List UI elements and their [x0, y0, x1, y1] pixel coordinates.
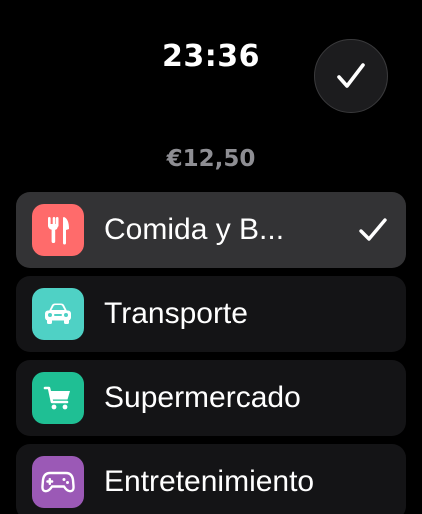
category-label: Comida y B... [104, 213, 285, 246]
fork-knife-icon [48, 217, 69, 245]
category-label: Supermercado [104, 381, 301, 414]
category-icon-tile [32, 372, 84, 424]
category-label: Transporte [104, 297, 248, 330]
shopping-cart-icon [43, 386, 70, 410]
category-icon-tile [32, 456, 84, 508]
car-icon [45, 303, 71, 324]
category-label: Entretenimiento [104, 465, 315, 498]
category-row-food[interactable]: Comida y B... [16, 192, 406, 268]
category-list: Comida y B... Transporte Supermercado En… [16, 192, 406, 514]
category-icon-tile [32, 288, 84, 340]
category-row-supermarket[interactable]: Supermercado [16, 360, 406, 436]
selected-checkmark-icon [359, 218, 387, 241]
category-row-entertainment[interactable]: Entretenimiento [16, 444, 406, 514]
confirm-button[interactable] [314, 39, 388, 113]
category-row-transport[interactable]: Transporte [16, 276, 406, 352]
watch-screen: 23:36 €12,50 Comida y B... Transporte Su… [0, 0, 422, 514]
category-icon-tile [32, 204, 84, 256]
expense-amount: €12,50 [166, 146, 256, 172]
gamepad-icon [41, 471, 75, 493]
checkmark-icon [337, 63, 365, 88]
